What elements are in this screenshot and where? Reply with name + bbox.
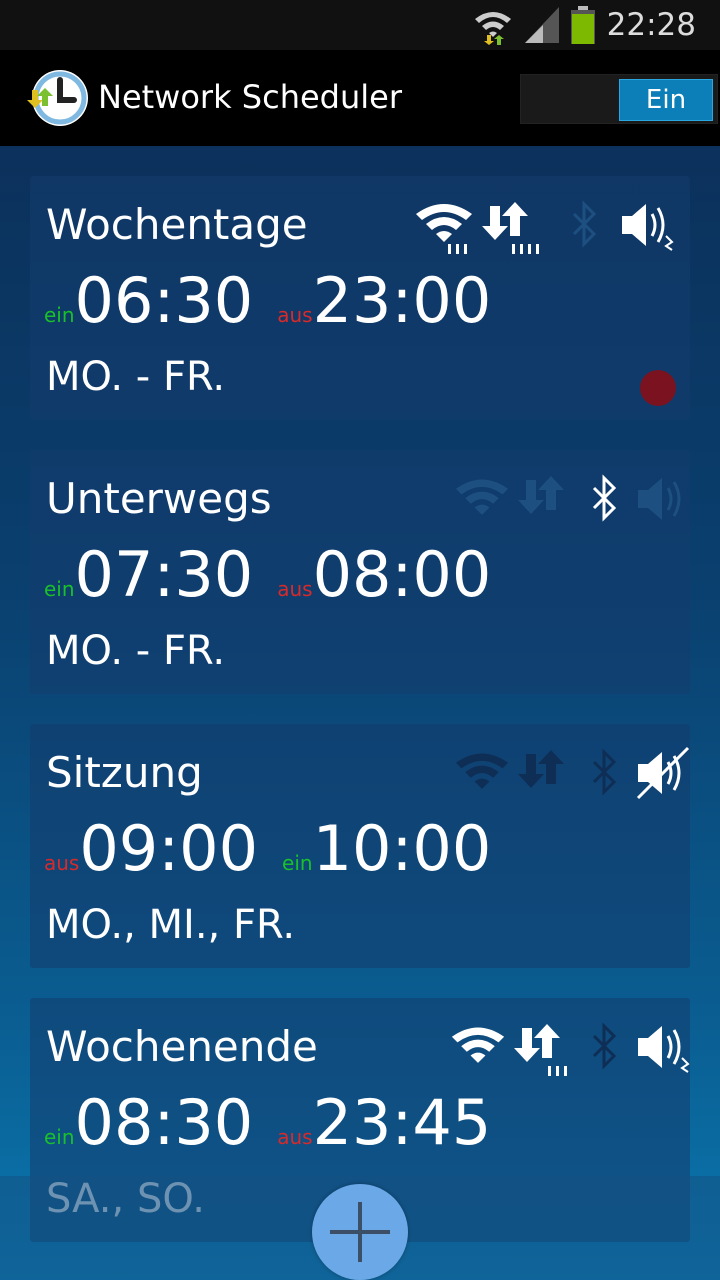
schedule-times: ein07:30 aus08:00: [44, 538, 492, 611]
start-time: 08:30: [74, 1086, 254, 1159]
sound-icon: [638, 478, 681, 520]
app-title: Network Scheduler: [98, 78, 402, 116]
schedule-icons: [414, 196, 684, 260]
wifi-icon: [455, 753, 509, 789]
start-time: 06:30: [74, 264, 254, 337]
mobile-data-icon: [518, 476, 564, 514]
schedule-name: Unterwegs: [46, 474, 272, 523]
time-label: ein: [44, 577, 75, 601]
schedule-days: MO. - FR.: [46, 354, 226, 400]
time-label: ein: [44, 1125, 75, 1149]
wifi-icon: [451, 1027, 505, 1063]
time-label: aus: [44, 851, 80, 875]
schedule-list: Wochentage ein06:30 aus23:00 MO. - FR. U…: [0, 146, 720, 1280]
sound-icon: [638, 1026, 690, 1073]
bluetooth-icon: [592, 1022, 617, 1070]
end-time: 23:45: [312, 1086, 492, 1159]
wifi-icon: [416, 204, 472, 254]
schedule-times: aus09:00 ein10:00: [44, 812, 492, 885]
schedule-icons: [414, 470, 684, 534]
app-logo-icon[interactable]: [22, 66, 92, 130]
sound-mute-icon: [636, 746, 690, 800]
time-label: aus: [277, 1125, 313, 1149]
end-time: 08:00: [312, 538, 492, 611]
schedule-icons: [414, 1018, 690, 1082]
wifi-icon: [455, 479, 509, 515]
schedule-name: Wochentage: [46, 200, 308, 249]
battery-icon: [570, 6, 595, 44]
mobile-data-icon: [518, 750, 564, 788]
bluetooth-icon: [572, 200, 597, 248]
mobile-data-icon: [482, 202, 539, 254]
status-bar: 22:28: [0, 0, 720, 50]
add-schedule-button[interactable]: [312, 1184, 408, 1280]
end-time: 23:00: [312, 264, 492, 337]
start-time: 09:00: [79, 812, 259, 885]
schedule-days: MO., MI., FR.: [46, 902, 296, 948]
schedule-card-wochentage[interactable]: Wochentage ein06:30 aus23:00 MO. - FR.: [30, 176, 690, 420]
master-toggle[interactable]: Ein: [520, 74, 718, 124]
bluetooth-icon: [592, 474, 617, 522]
schedule-card-sitzung[interactable]: Sitzung aus09:00 ein10:00 MO., MI., FR.: [30, 724, 690, 968]
schedule-times: ein08:30 aus23:45: [44, 1086, 492, 1159]
start-time: 07:30: [74, 538, 254, 611]
bluetooth-icon: [592, 748, 617, 796]
schedule-name: Sitzung: [46, 748, 203, 797]
sound-icon: [622, 204, 674, 251]
time-label: ein: [282, 851, 313, 875]
time-label: aus: [277, 303, 313, 327]
schedule-days: MO. - FR.: [46, 628, 226, 674]
schedule-card-unterwegs[interactable]: Unterwegs ein07:30 aus08:00 MO. - FR.: [30, 450, 690, 694]
active-indicator: [640, 370, 676, 406]
master-toggle-state: Ein: [619, 79, 713, 121]
time-label: aus: [277, 577, 313, 601]
time-label: ein: [44, 303, 75, 327]
schedule-name: Wochenende: [46, 1022, 318, 1071]
end-time: 10:00: [312, 812, 492, 885]
schedule-times: ein06:30 aus23:00: [44, 264, 492, 337]
clock: 22:28: [606, 7, 696, 43]
schedule-icons: [414, 744, 690, 808]
wifi-status-icon: [473, 5, 513, 45]
mobile-data-icon: [514, 1024, 567, 1076]
signal-icon: [524, 7, 559, 43]
